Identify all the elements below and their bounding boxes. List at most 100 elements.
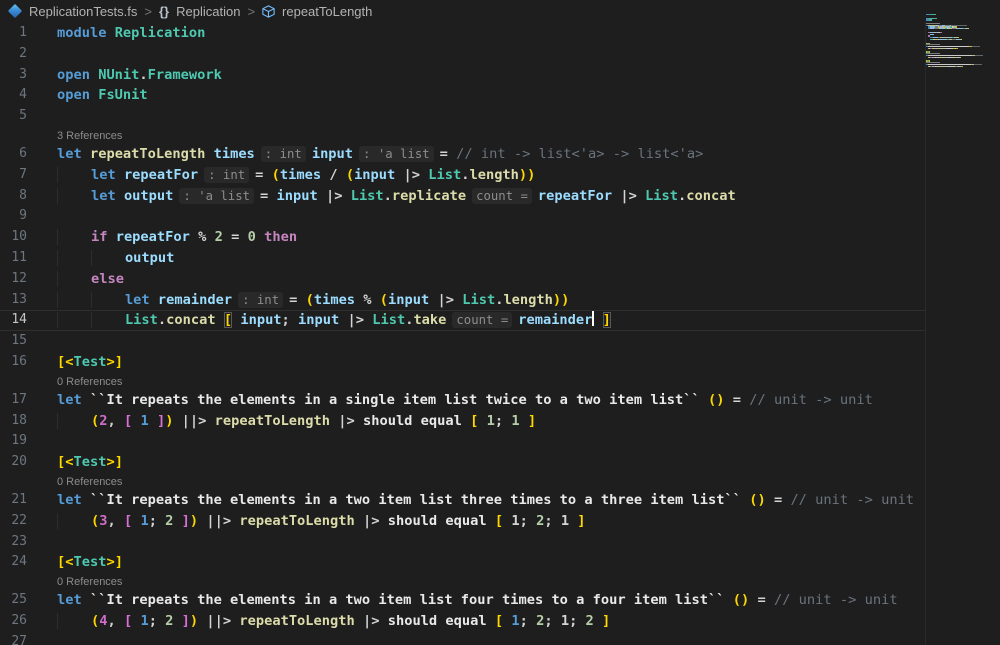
line-number[interactable]: 2: [0, 44, 27, 65]
codelens-references-link[interactable]: 0 References: [57, 476, 122, 488]
line-number[interactable]: 7: [0, 165, 27, 186]
code-text: let remainder: int = (times % (input |> L…: [57, 290, 925, 311]
code-line[interactable]: 11 output: [0, 248, 925, 269]
line-number[interactable]: 14: [0, 310, 27, 331]
code-line[interactable]: 19: [0, 431, 925, 452]
line-number[interactable]: 19: [0, 431, 27, 452]
code-text: [<Test>]: [57, 353, 123, 370]
symbol-cube-icon: [262, 4, 275, 18]
code-text: open FsUnit: [57, 87, 148, 104]
code-line[interactable]: 13 let remainder: int = (times % (input |…: [0, 290, 925, 311]
code-line[interactable]: 16 [<Test>]: [0, 352, 925, 373]
code-line[interactable]: 10 if repeatFor % 2 = 0 then: [0, 227, 925, 248]
code-line[interactable]: 24 [<Test>]: [0, 552, 925, 573]
code-text: let ``It repeats the elements in a two i…: [57, 592, 898, 609]
codelens-references-link[interactable]: 0 References: [57, 576, 122, 588]
code-text: (3, [ 1; 2 ]) ||> repeatToLength |> shou…: [57, 511, 925, 532]
code-line[interactable]: 27: [0, 632, 925, 645]
code-line[interactable]: 2: [0, 44, 925, 65]
codelens-row: 0 References: [0, 573, 925, 590]
code-line[interactable]: 21 let ``It repeats the elements in a two…: [0, 490, 925, 511]
code-line[interactable]: 9: [0, 206, 925, 227]
code-text: (4, [ 1; 2 ]) ||> repeatToLength |> shou…: [57, 611, 925, 632]
minimap-divider: [925, 22, 926, 645]
code-line[interactable]: 15: [0, 331, 925, 352]
line-number[interactable]: 25: [0, 590, 27, 611]
line-number[interactable]: 6: [0, 144, 27, 165]
line-number[interactable]: 8: [0, 186, 27, 207]
codelens-references-link[interactable]: 0 References: [57, 376, 122, 388]
line-number[interactable]: 15: [0, 331, 27, 352]
namespace-icon: {}: [158, 3, 170, 19]
line-number[interactable]: 17: [0, 390, 27, 411]
line-number[interactable]: 12: [0, 269, 27, 290]
codelens-row: 0 References: [0, 373, 925, 390]
line-number[interactable]: 20: [0, 452, 27, 473]
code-line-current[interactable]: 14 List.concat [ input; input |> List.ta…: [0, 310, 925, 331]
code-text: let repeatToLength times: int input: 'a l…: [57, 145, 704, 162]
code-line[interactable]: 25 let ``It repeats the elements in a two…: [0, 590, 925, 611]
code-line[interactable]: 4 open FsUnit: [0, 85, 925, 106]
code-text: let repeatFor: int = (times / (input |> L…: [57, 165, 925, 186]
line-number[interactable]: 27: [0, 632, 27, 645]
codelens-row: 3 References: [0, 127, 925, 144]
code-text: open NUnit.Framework: [57, 66, 222, 83]
line-number[interactable]: 9: [0, 206, 27, 227]
code-line[interactable]: 7 let repeatFor: int = (times / (input |>…: [0, 165, 925, 186]
code-line[interactable]: 5: [0, 106, 925, 127]
code-text: if repeatFor % 2 = 0 then: [57, 227, 925, 248]
breadcrumb-separator: >: [247, 3, 256, 19]
code-text: module Replication: [57, 25, 206, 41]
line-number[interactable]: 1: [0, 23, 27, 44]
code-text: [<Test>]: [57, 454, 123, 471]
code-area[interactable]: 1 module Replication 2 3 open NUnit.Framewor…: [0, 23, 925, 645]
line-number[interactable]: 3: [0, 65, 27, 86]
code-line[interactable]: 17 let ``It repeats the elements in a sin…: [0, 390, 925, 411]
breadcrumb-symbol[interactable]: repeatToLength: [282, 4, 372, 19]
code-line[interactable]: 20 [<Test>]: [0, 452, 925, 473]
line-number[interactable]: 23: [0, 532, 27, 553]
code-line[interactable]: 22 (3, [ 1; 2 ]) ||> repeatToLength |> s…: [0, 511, 925, 532]
breadcrumb-file[interactable]: ReplicationTests.fs: [29, 4, 137, 19]
line-number[interactable]: 26: [0, 611, 27, 632]
code-line[interactable]: 26 (4, [ 1; 2 ]) ||> repeatToLength |> s…: [0, 611, 925, 632]
code-line[interactable]: 23: [0, 532, 925, 553]
fsharp-file-icon: [7, 3, 23, 19]
line-number[interactable]: 21: [0, 490, 27, 511]
minimap[interactable]: [926, 14, 998, 69]
line-number[interactable]: 13: [0, 290, 27, 311]
line-number[interactable]: 18: [0, 411, 27, 432]
code-text: (2, [ 1 ]) ||> repeatToLength |> should …: [57, 411, 925, 432]
breadcrumb: ReplicationTests.fs > {} Replication > r…: [0, 0, 1000, 22]
line-number[interactable]: 5: [0, 106, 27, 127]
line-number[interactable]: 4: [0, 85, 27, 106]
line-number[interactable]: 24: [0, 552, 27, 573]
line-number[interactable]: 11: [0, 248, 27, 269]
line-number[interactable]: 22: [0, 511, 27, 532]
code-text: let output: 'a list = input |> List.repli…: [57, 186, 925, 207]
codelens-row: 0 References: [0, 473, 925, 490]
code-line[interactable]: 12 else: [0, 269, 925, 290]
code-text: else: [57, 269, 925, 290]
code-text: let ``It repeats the elements in a singl…: [57, 391, 873, 408]
line-number[interactable]: 16: [0, 352, 27, 373]
code-line[interactable]: 8 let output: 'a list = input |> List.rep…: [0, 186, 925, 207]
breadcrumb-namespace[interactable]: Replication: [176, 4, 240, 19]
code-text: [<Test>]: [57, 554, 123, 571]
codelens-references-link[interactable]: 3 References: [57, 130, 122, 142]
code-line[interactable]: 6 let repeatToLength times: int input: 'a …: [0, 144, 925, 165]
minimap-line: [926, 67, 998, 68]
code-text: let ``It repeats the elements in a two i…: [57, 491, 915, 508]
code-line[interactable]: 1 module Replication: [0, 23, 925, 44]
code-line[interactable]: 18 (2, [ 1 ]) ||> repeatToLength |> shou…: [0, 411, 925, 432]
line-number[interactable]: 10: [0, 227, 27, 248]
code-line[interactable]: 3 open NUnit.Framework: [0, 65, 925, 86]
code-text: List.concat [ input; input |> List.take c…: [57, 310, 925, 331]
